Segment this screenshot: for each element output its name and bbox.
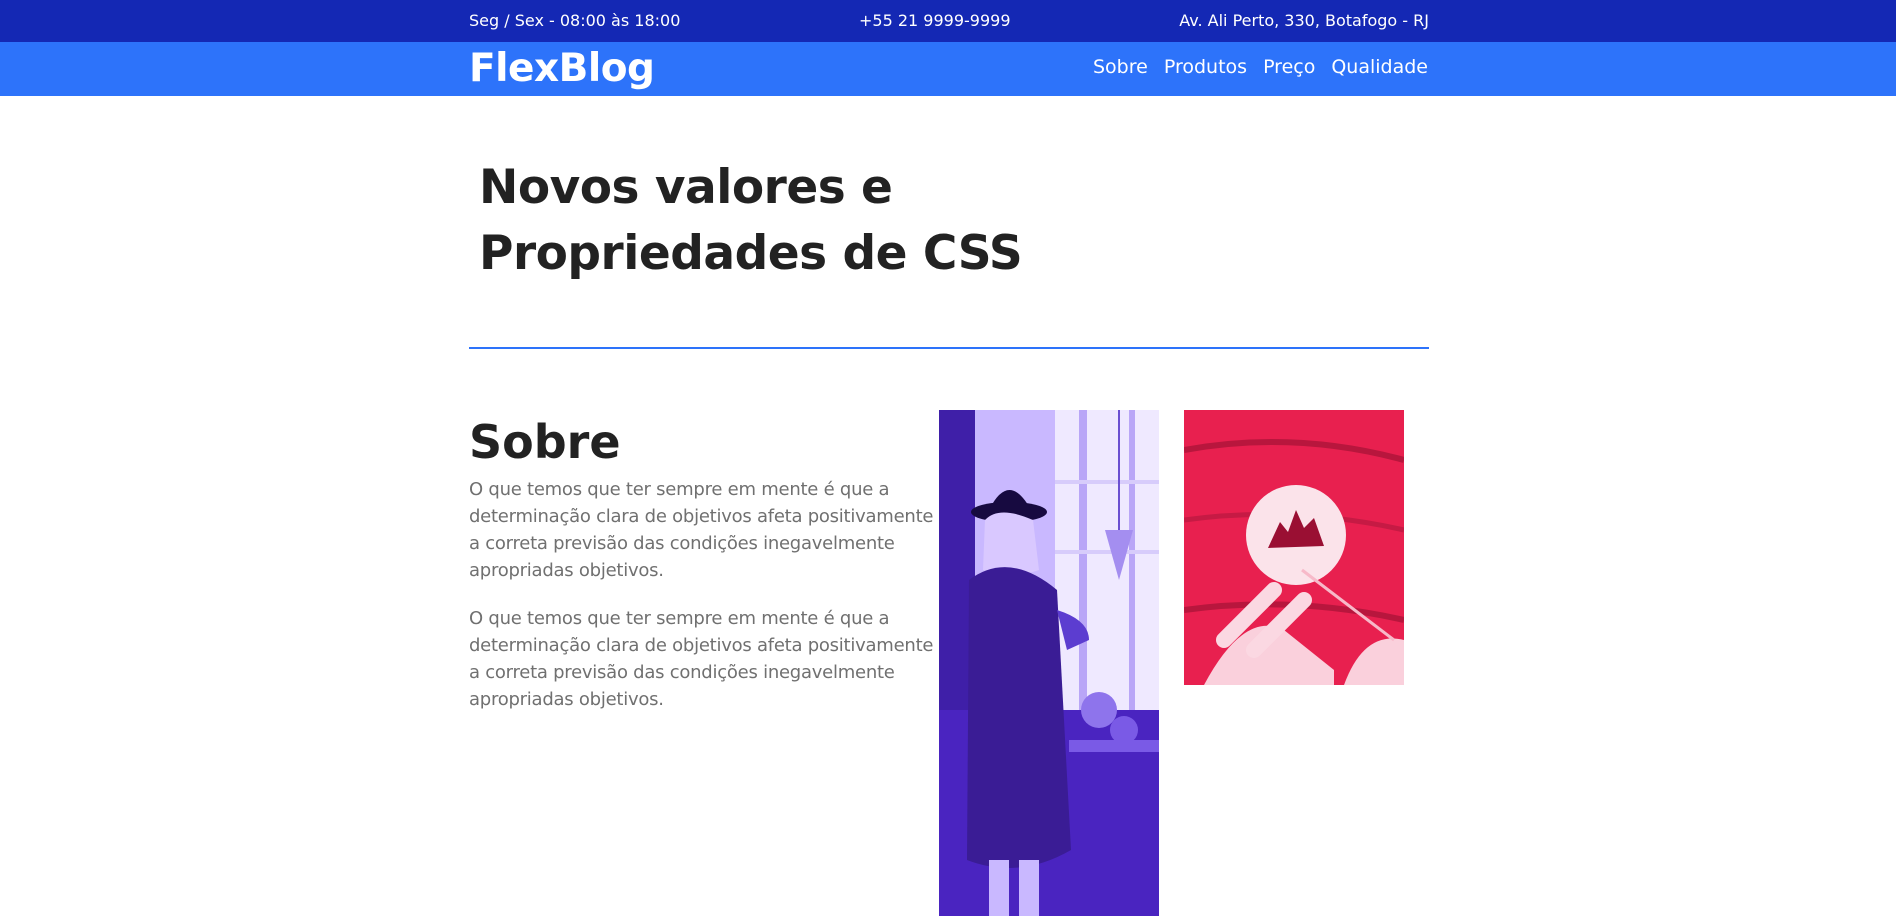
hero-divider [469, 347, 1429, 349]
nav-link-preco[interactable]: Preço [1263, 55, 1315, 79]
address: Av. Ali Perto, 330, Botafogo - RJ [1179, 11, 1429, 30]
photo-woman-hat-purple-icon [939, 410, 1159, 916]
about-title: Sobre [469, 415, 621, 469]
about-paragraph: O que temos que ter sempre em mente é qu… [469, 608, 934, 710]
site-logo[interactable]: FlexBlog [469, 46, 655, 92]
top-info-bar: Seg / Sex - 08:00 às 18:00 +55 21 9999-9… [0, 0, 1896, 42]
opening-hours: Seg / Sex - 08:00 às 18:00 [469, 11, 681, 30]
photo-woman-hat [939, 410, 1159, 916]
nav-link-produtos[interactable]: Produtos [1164, 55, 1247, 79]
photo-hands-painting [1184, 410, 1404, 685]
main-navbar: FlexBlog Sobre Produtos Preço Qualidade [0, 42, 1896, 96]
nav-menu: Sobre Produtos Preço Qualidade [1093, 55, 1428, 79]
hero-title: Novos valores e Propriedades de CSS [479, 160, 1023, 281]
nav-link-qualidade[interactable]: Qualidade [1331, 55, 1428, 79]
about-paragraph: O que temos que ter sempre em mente é qu… [469, 479, 934, 581]
phone-number[interactable]: +55 21 9999-9999 [859, 11, 1011, 31]
photo-hands-painting-red-icon [1184, 410, 1404, 685]
nav-link-sobre[interactable]: Sobre [1093, 55, 1148, 79]
